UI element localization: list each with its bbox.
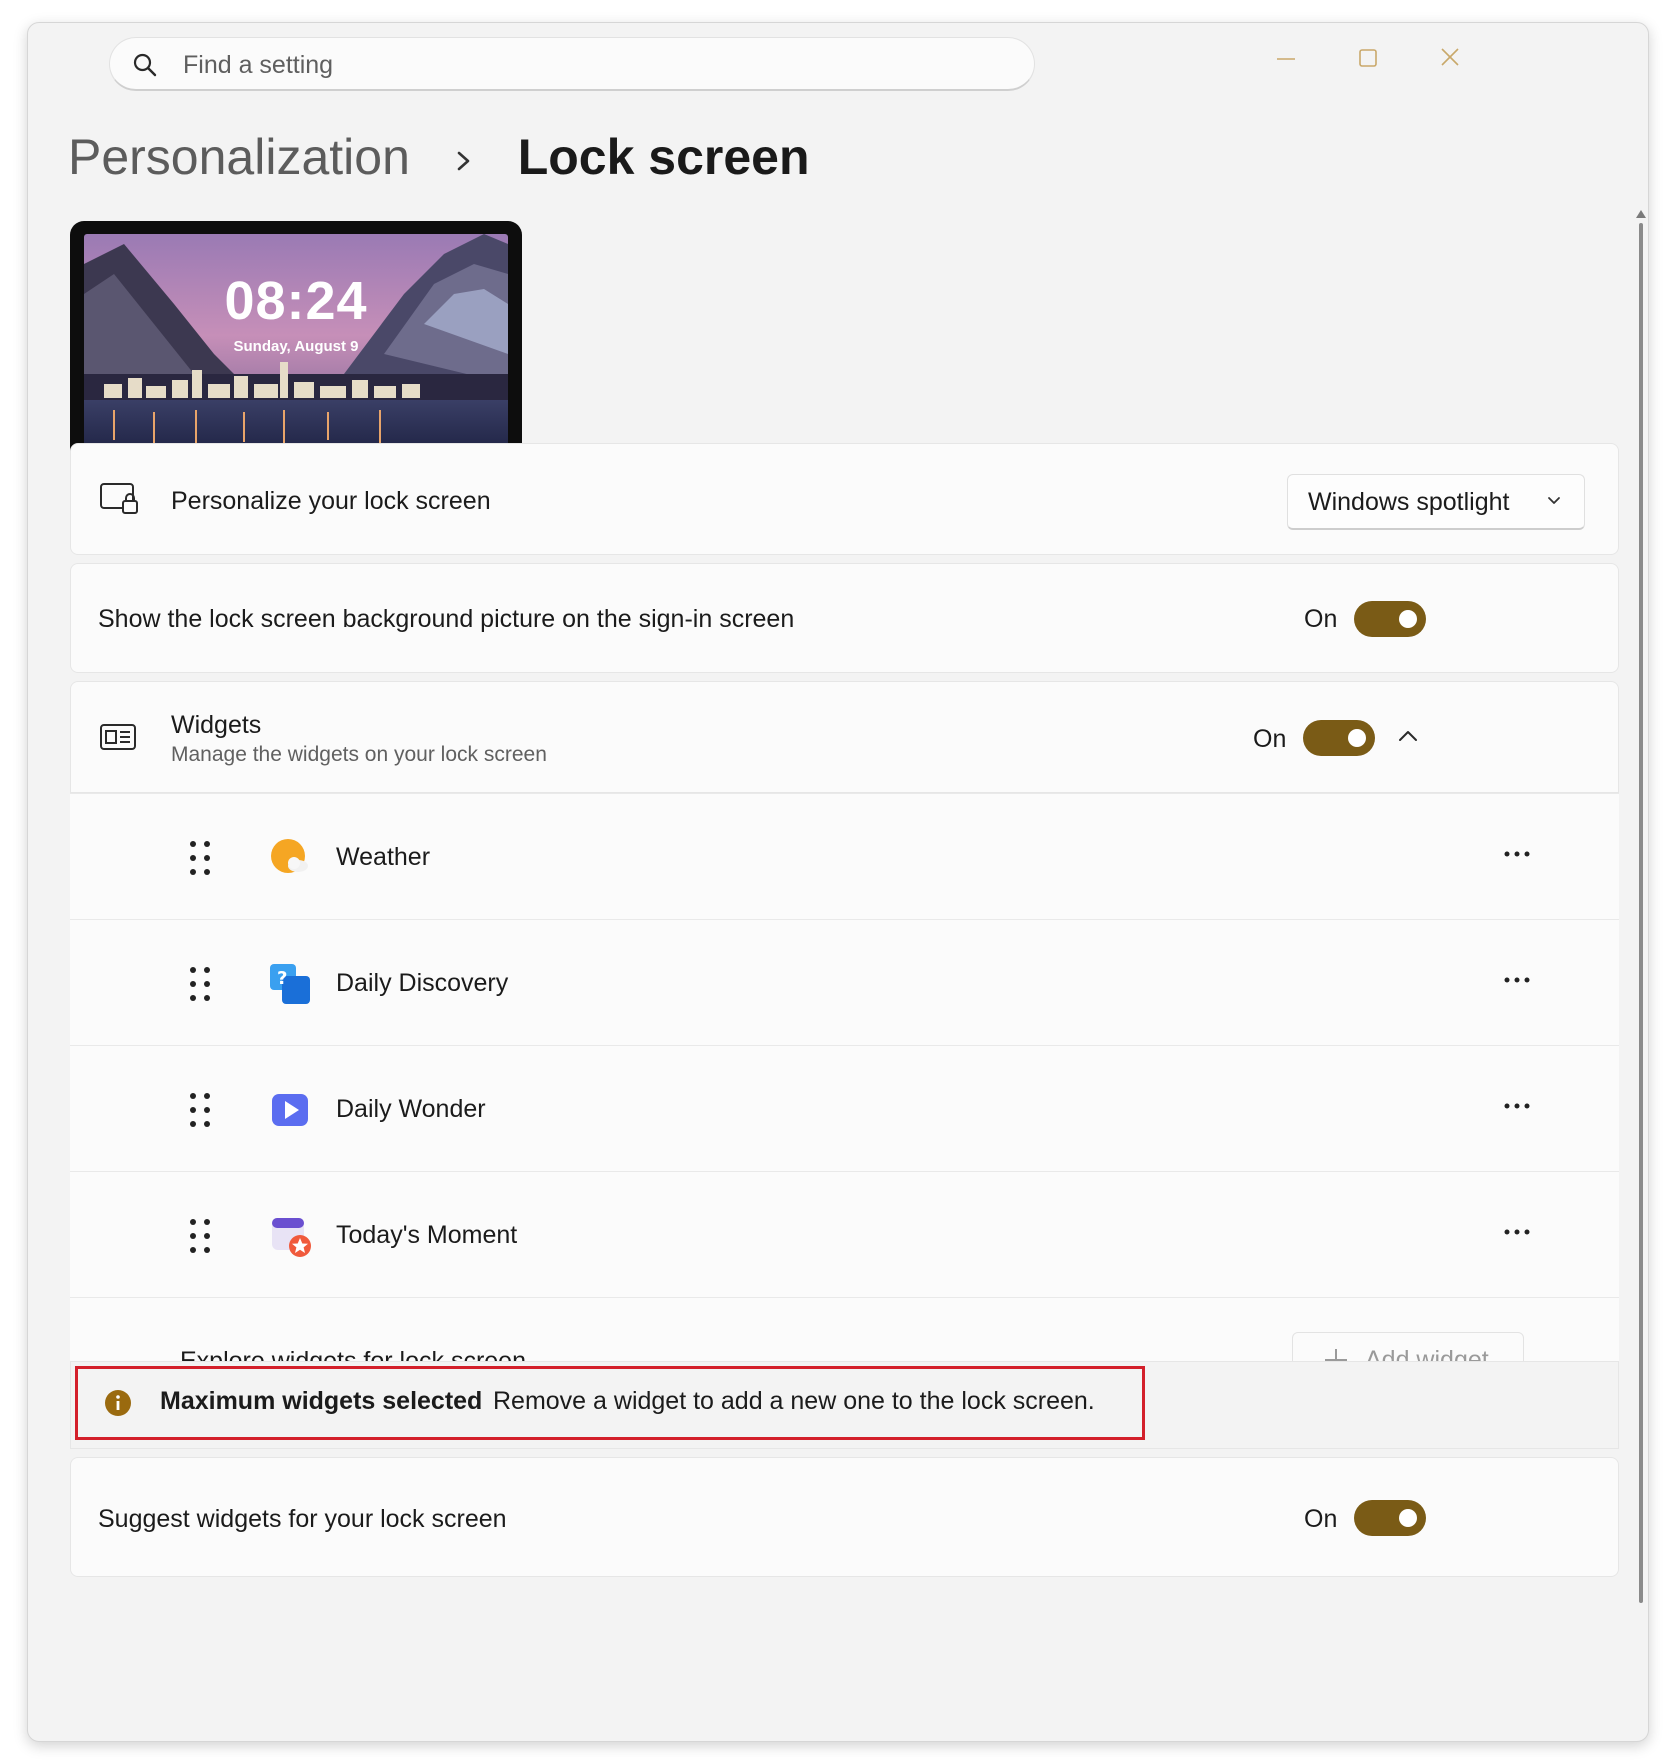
- personalize-label: Personalize your lock screen: [171, 487, 491, 515]
- widgets-state: On: [1253, 725, 1287, 753]
- widget-name: Daily Discovery: [336, 969, 509, 997]
- todays-moment-icon: [272, 1218, 311, 1257]
- search-placeholder: Find a setting: [183, 51, 334, 79]
- drag-handle-icon[interactable]: [188, 966, 212, 1002]
- signin-background-card: Show the lock screen background picture …: [70, 563, 1619, 673]
- preview-time: 08:24: [224, 271, 368, 331]
- breadcrumb: Personalization Lock screen: [68, 127, 810, 187]
- widgets-description: Manage the widgets on your lock screen: [171, 743, 547, 766]
- widgets-card[interactable]: Widgets Manage the widgets on your lock …: [70, 681, 1619, 793]
- preview-image: 08:24 Sunday, August 9: [84, 234, 508, 460]
- widgets-title: Widgets: [171, 711, 262, 739]
- widget-row-daily-discovery: ? Daily Discovery: [70, 919, 1619, 1045]
- drag-handle-icon[interactable]: [188, 1092, 212, 1128]
- toggle-knob: [1399, 610, 1417, 628]
- preview-date: Sunday, August 9: [233, 338, 359, 355]
- search-icon: [133, 53, 157, 77]
- widgets-toggle[interactable]: [1303, 720, 1375, 756]
- widget-row-todays-moment: Today's Moment: [70, 1171, 1619, 1297]
- widget-row-weather: Weather: [70, 793, 1619, 919]
- info-icon: [105, 1390, 131, 1416]
- minimize-icon[interactable]: [1266, 37, 1306, 77]
- widget-row-daily-wonder: Daily Wonder: [70, 1045, 1619, 1171]
- suggest-widgets-label: Suggest widgets for your lock screen: [98, 1505, 507, 1533]
- maximize-icon[interactable]: [1348, 37, 1388, 77]
- chevron-down-icon: [1548, 497, 1560, 504]
- widget-name: Daily Wonder: [336, 1095, 486, 1123]
- close-icon[interactable]: [1430, 37, 1470, 77]
- drag-handle-icon[interactable]: [188, 1218, 212, 1254]
- signin-background-state: On: [1304, 605, 1338, 633]
- suggest-widgets-state: On: [1304, 1505, 1338, 1533]
- lock-screen-icon: [100, 483, 138, 514]
- suggest-widgets-card: Suggest widgets for your lock screen On: [70, 1457, 1619, 1577]
- more-options-icon[interactable]: [1502, 970, 1532, 990]
- suggest-widgets-toggle[interactable]: [1354, 1500, 1426, 1536]
- scroll-up-icon[interactable]: [1635, 209, 1647, 219]
- chevron-up-icon[interactable]: [1397, 728, 1419, 744]
- lock-screen-preview: 08:24 Sunday, August 9: [70, 221, 522, 473]
- scrollbar[interactable]: [1639, 223, 1643, 1603]
- info-message: Remove a widget to add a new one to the …: [493, 1387, 1095, 1415]
- widget-name: Today's Moment: [336, 1221, 518, 1249]
- dropdown-value: Windows spotlight: [1308, 488, 1510, 516]
- daily-wonder-icon: [272, 1094, 308, 1126]
- drag-handle-icon[interactable]: [188, 840, 212, 876]
- daily-discovery-icon: ?: [270, 964, 310, 1004]
- breadcrumb-parent[interactable]: Personalization: [68, 129, 410, 185]
- toggle-knob: [1348, 729, 1366, 747]
- signin-background-toggle[interactable]: [1354, 601, 1426, 637]
- widget-name: Weather: [336, 843, 431, 871]
- svg-text:?: ?: [277, 968, 287, 989]
- page-title: Lock screen: [517, 129, 810, 185]
- widgets-icon: [100, 724, 136, 750]
- personalize-lock-screen-card: Personalize your lock screen Windows spo…: [70, 443, 1619, 555]
- lock-screen-type-dropdown[interactable]: Windows spotlight: [1287, 474, 1585, 530]
- more-options-icon[interactable]: [1502, 1222, 1532, 1242]
- weather-icon: [271, 839, 308, 873]
- chevron-right-icon: [457, 151, 470, 171]
- search-box[interactable]: Find a setting: [109, 37, 1035, 91]
- toggle-knob: [1399, 1509, 1417, 1527]
- settings-window: Find a setting Personalization Lock scre…: [27, 22, 1649, 1742]
- signin-background-label: Show the lock screen background picture …: [98, 605, 795, 633]
- more-options-icon[interactable]: [1502, 1096, 1532, 1116]
- more-options-icon[interactable]: [1502, 844, 1532, 864]
- info-title: Maximum widgets selected: [160, 1387, 483, 1415]
